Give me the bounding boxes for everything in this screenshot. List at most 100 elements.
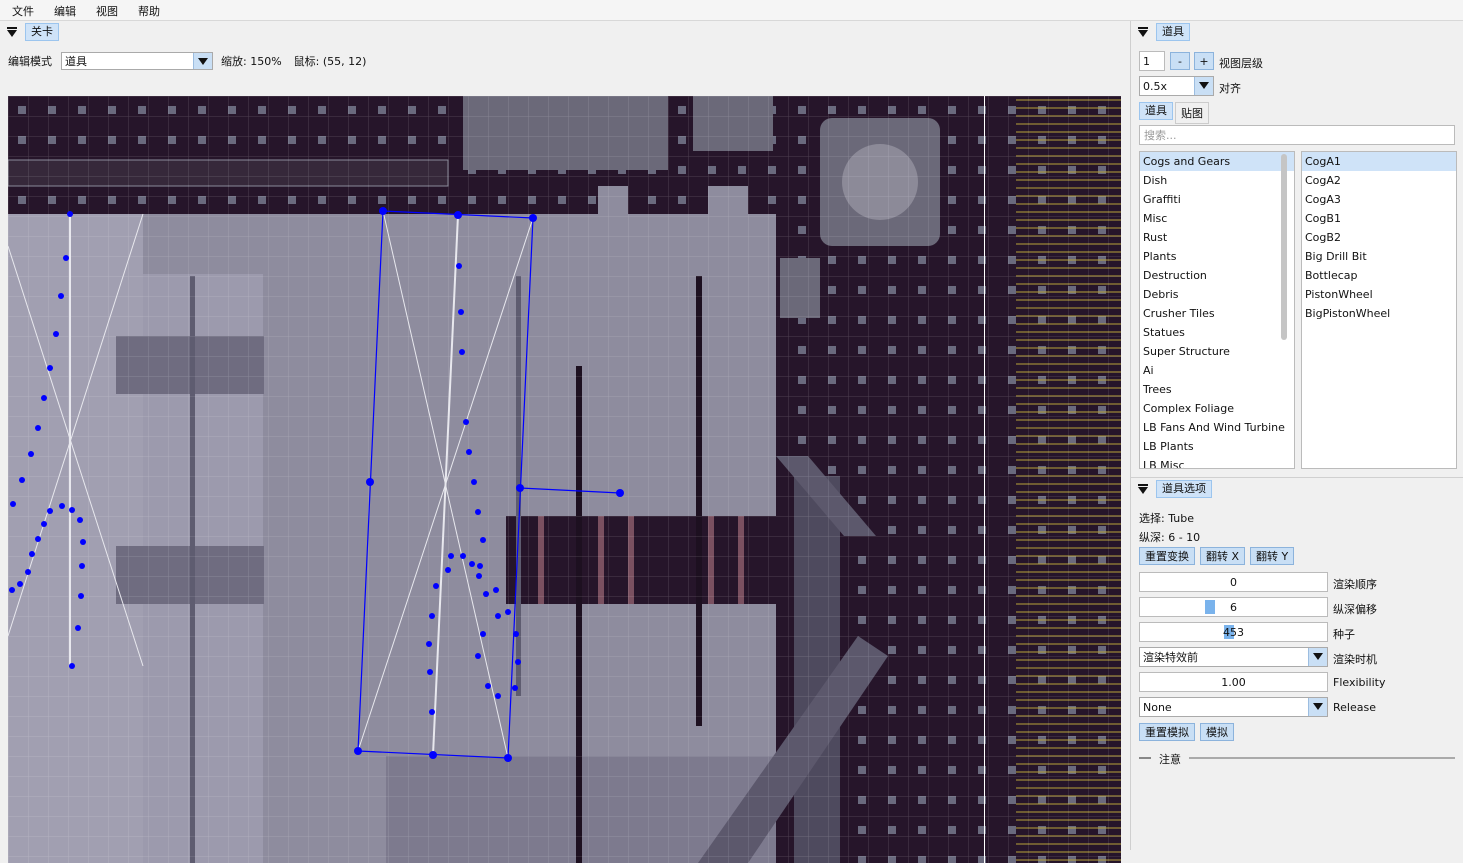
edit-mode-select[interactable]: 道具 (61, 52, 213, 70)
render-order-value: 0 (1230, 575, 1237, 589)
menu-help[interactable]: 帮助 (132, 0, 166, 20)
level-canvas[interactable] (8, 96, 1121, 863)
snap-label: 对齐 (1219, 82, 1241, 95)
category-item[interactable]: LB Fans And Wind Turbine (1140, 418, 1294, 437)
slider-handle[interactable] (1205, 600, 1215, 614)
props-panel-header: 道具 (1131, 22, 1190, 42)
menu-file[interactable]: 文件 (6, 0, 40, 20)
category-item[interactable]: Statues (1140, 323, 1294, 342)
category-item[interactable]: Complex Foliage (1140, 399, 1294, 418)
category-item[interactable]: Trees (1140, 380, 1294, 399)
category-list[interactable]: Cogs and Gears Dish Graffiti Misc Rust Plants… (1139, 151, 1295, 469)
prop-item[interactable]: CogA3 (1302, 190, 1456, 209)
reset-transform-button[interactable]: 重置变换 (1139, 547, 1195, 565)
prop-options-header: 道具选项 (1131, 479, 1212, 499)
category-item[interactable]: Graffiti (1140, 190, 1294, 209)
depth-offset-label: 纵深偏移 (1333, 603, 1377, 616)
flip-x-button[interactable]: 翻转 X (1200, 547, 1246, 565)
depth-offset-value: 6 (1230, 600, 1237, 614)
prop-item[interactable]: Big Drill Bit (1302, 247, 1456, 266)
render-time-label: 渲染时机 (1333, 653, 1377, 666)
category-item[interactable]: Super Structure (1140, 342, 1294, 361)
notes-label: 注意 (1159, 753, 1181, 766)
category-item[interactable]: Destruction (1140, 266, 1294, 285)
level-panel-header: 关卡 (0, 22, 59, 42)
category-item[interactable]: Dish (1140, 171, 1294, 190)
flexibility-label: Flexibility (1333, 676, 1386, 689)
simulation-buttons: 重置模拟 模拟 (1139, 723, 1234, 741)
category-item[interactable]: LB Plants (1140, 437, 1294, 456)
category-item[interactable]: Crusher Tiles (1140, 304, 1294, 323)
menu-edit[interactable]: 编辑 (48, 0, 82, 20)
category-item[interactable]: Ai (1140, 361, 1294, 380)
subtab-tiles[interactable]: 贴图 (1175, 102, 1209, 124)
flexibility-value: 1.00 (1221, 675, 1246, 689)
layer-value: 1 (1143, 54, 1150, 68)
tab-level[interactable]: 关卡 (25, 23, 59, 41)
subtab-props[interactable]: 道具 (1139, 102, 1173, 120)
tab-props[interactable]: 道具 (1156, 23, 1190, 41)
chevron-down-icon (1308, 698, 1327, 716)
prop-item[interactable]: Bottlecap (1302, 266, 1456, 285)
category-item[interactable]: Cogs and Gears (1140, 152, 1294, 171)
layer-label: 视图层级 (1219, 57, 1263, 70)
chevron-down-icon (193, 53, 212, 69)
collapse-icon[interactable] (7, 26, 17, 37)
transform-buttons: 重置变换 翻转 X 翻转 Y (1139, 547, 1295, 565)
render-order-label: 渲染顺序 (1333, 578, 1377, 591)
layer-input[interactable]: 1 (1139, 51, 1165, 71)
seed-slider[interactable]: 453 (1139, 622, 1328, 642)
props-panel: 道具 1 - + 视图层级 0.5x 对齐 道具 贴图 搜索... Cogs a… (1130, 21, 1463, 850)
render-time-select[interactable]: 渲染特效前 (1139, 647, 1328, 667)
notes-collapse-icon[interactable] (1139, 757, 1151, 759)
category-item[interactable]: Rust (1140, 228, 1294, 247)
release-value: None (1143, 700, 1172, 714)
release-label: Release (1333, 701, 1376, 714)
prop-item[interactable]: CogB2 (1302, 228, 1456, 247)
seed-label: 种子 (1333, 628, 1355, 641)
edit-mode-label: 编辑模式 (8, 55, 52, 68)
edit-mode-value: 道具 (65, 55, 87, 68)
level-panel: 关卡 编辑模式 道具 缩放: 150% 鼠标: (55, 12) (0, 21, 1129, 863)
layer-minus-button[interactable]: - (1170, 52, 1190, 70)
seed-value: 453 (1223, 625, 1244, 639)
snap-select[interactable]: 0.5x (1139, 76, 1214, 96)
mouse-text: 鼠标: (55, 12) (293, 55, 367, 68)
menu-bar: 文件 编辑 视图 帮助 (0, 0, 1463, 21)
render-order-input[interactable]: 0 (1139, 572, 1328, 592)
flip-y-button[interactable]: 翻转 Y (1250, 547, 1295, 565)
level-toolbar: 编辑模式 道具 缩放: 150% 鼠标: (55, 12) (8, 51, 366, 71)
item-list[interactable]: CogA1 CogA2 CogA3 CogB1 CogB2 Big Drill Bit Bo… (1301, 151, 1457, 469)
search-placeholder: 搜索... (1144, 129, 1177, 142)
prop-item[interactable]: CogB1 (1302, 209, 1456, 228)
collapse-icon[interactable] (1138, 483, 1148, 494)
props-subtabs: 道具 贴图 (1139, 102, 1209, 124)
prop-item[interactable]: BigPistonWheel (1302, 304, 1456, 323)
category-scrollbar[interactable] (1281, 154, 1287, 340)
category-item[interactable]: Misc (1140, 209, 1294, 228)
simulate-button[interactable]: 模拟 (1200, 723, 1234, 741)
chevron-down-icon (1194, 77, 1213, 95)
chevron-down-icon (1308, 648, 1327, 666)
reset-simulation-button[interactable]: 重置模拟 (1139, 723, 1195, 741)
category-item[interactable]: Debris (1140, 285, 1294, 304)
depth-offset-slider[interactable]: 6 (1139, 597, 1328, 617)
notes-divider (1189, 757, 1455, 759)
prop-item[interactable]: PistonWheel (1302, 285, 1456, 304)
prop-item[interactable]: CogA2 (1302, 171, 1456, 190)
snap-value: 0.5x (1143, 79, 1168, 93)
level-render (8, 96, 1121, 863)
prop-item[interactable]: CogA1 (1302, 152, 1456, 171)
category-item[interactable]: LB Misc (1140, 456, 1294, 468)
release-select[interactable]: None (1139, 697, 1328, 717)
menu-view[interactable]: 视图 (90, 0, 124, 20)
category-item[interactable]: Plants (1140, 247, 1294, 266)
zoom-text: 缩放: 150% (221, 55, 282, 68)
tab-prop-options[interactable]: 道具选项 (1156, 480, 1212, 498)
flexibility-input[interactable]: 1.00 (1139, 672, 1328, 692)
selection-text: 选择: Tube (1139, 512, 1194, 525)
layer-plus-button[interactable]: + (1194, 52, 1214, 70)
depth-text: 纵深: 6 - 10 (1139, 531, 1201, 544)
collapse-icon[interactable] (1138, 26, 1148, 37)
search-input[interactable]: 搜索... (1139, 125, 1455, 145)
